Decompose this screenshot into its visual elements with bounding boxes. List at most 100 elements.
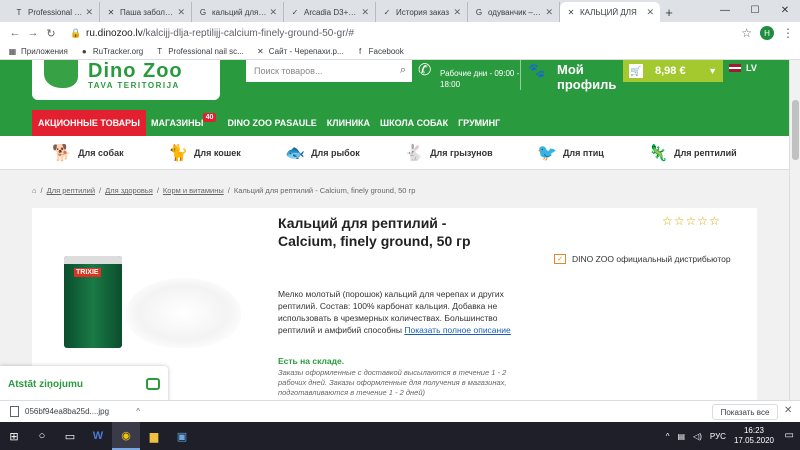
nav-label: DINO ZOO PASAULE <box>227 118 317 128</box>
search-icon[interactable]: ⌕ <box>400 64 406 77</box>
cart-icon: 🛒 <box>629 64 643 78</box>
main-nav-item[interactable]: МАГАЗИНЫ 40 <box>146 110 217 136</box>
word-icon[interactable]: W <box>84 422 112 450</box>
search-icon[interactable]: ○ <box>28 422 56 450</box>
network-icon[interactable]: ▤ <box>678 432 686 441</box>
hours-line-1: Рабочие дни - 09:00 - <box>440 69 520 78</box>
category-fish[interactable]: 🐟 Для рыбок <box>285 143 360 163</box>
category-lizard[interactable]: 🦎 Для рептилий <box>648 143 736 163</box>
bookmark-item[interactable]: f Facebook <box>356 47 404 56</box>
breadcrumb-link[interactable]: Для рептилий <box>47 186 95 195</box>
menu-icon[interactable]: ⋮ <box>782 26 794 40</box>
main-nav-item[interactable]: ШКОЛА СОБАК <box>375 110 453 136</box>
main-nav-item[interactable]: АКЦИОННЫЕ ТОВАРЫ <box>32 110 146 136</box>
nav-label: ШКОЛА СОБАК <box>380 118 449 128</box>
chat-widget[interactable]: Atstāt ziņojumu <box>0 366 168 400</box>
bookmarks-bar: ▦ Приложения ● RuTracker.org T Professional n… <box>0 44 800 60</box>
browser-tab[interactable]: Gодуванчик – Go ✕ <box>468 2 560 22</box>
nav-label: КЛИНИКА <box>326 118 371 128</box>
volume-icon[interactable]: ◁) <box>693 432 702 441</box>
browser-tab[interactable]: ✓ История заказ ✕ <box>376 2 468 22</box>
page-scrollbar[interactable] <box>789 60 800 400</box>
bookmark-item[interactable]: T Professional nail sc... <box>155 47 244 56</box>
tab-close-icon[interactable]: ✕ <box>269 7 277 18</box>
clock[interactable]: 16:23 17.05.2020 <box>734 426 774 446</box>
forward-icon[interactable]: → <box>24 27 42 39</box>
rating-stars[interactable]: ☆☆☆☆☆ <box>662 214 721 228</box>
maximize-icon[interactable]: ☐ <box>740 0 770 22</box>
browser-tab[interactable]: ✕ КАЛЬЦИЙ ДЛЯ ✕ <box>560 2 660 22</box>
category-dog[interactable]: 🐕 Для собак <box>52 143 123 163</box>
chevron-up-icon[interactable]: ^ <box>136 407 140 416</box>
browser-tab[interactable]: ✕ Паша заболела ✕ <box>100 2 192 22</box>
main-nav-item[interactable]: КЛИНИКА <box>322 110 375 136</box>
breadcrumb-current: Кальций для рептилий - Calcium, finely g… <box>233 186 416 195</box>
scrollbar-thumb[interactable] <box>792 100 799 160</box>
bookmark-item[interactable]: ✕ Сайт - Черепахи.р... <box>256 47 344 56</box>
tab-favicon-icon: T <box>16 7 22 17</box>
category-cat[interactable]: 🐈 Для кошек <box>168 143 241 163</box>
bookmark-item[interactable]: ● RuTracker.org <box>80 47 143 56</box>
language-switch[interactable]: LV <box>746 63 757 73</box>
dino-logo-icon <box>44 60 78 88</box>
reload-icon[interactable]: ↻ <box>42 27 60 40</box>
category-label: Для птиц <box>563 147 604 158</box>
profile-link[interactable]: Мой профиль <box>557 62 616 92</box>
bookmark-star-icon[interactable]: ☆ <box>741 26 752 40</box>
nav-label: АКЦИОННЫЕ ТОВАРЫ <box>38 118 140 128</box>
chrome-icon[interactable]: ◉ <box>112 422 140 450</box>
bookmark-favicon-icon: f <box>359 47 362 56</box>
file-explorer-icon[interactable]: ▆ <box>140 422 168 450</box>
breadcrumb-link[interactable]: Для здоровья <box>105 186 153 195</box>
category-rabbit[interactable]: 🐇 Для грызунов <box>404 143 492 163</box>
input-language[interactable]: РУС <box>710 432 726 441</box>
tab-close-icon[interactable]: ✕ <box>646 7 654 18</box>
browser-tab[interactable]: T Professional nail ✕ <box>8 2 100 22</box>
profile-avatar[interactable]: H <box>760 26 774 40</box>
cat-icon: 🐈 <box>168 144 188 162</box>
category-bird[interactable]: 🐦 Для птиц <box>537 143 604 163</box>
product-image[interactable]: TRIXIE <box>54 248 254 368</box>
address-bar[interactable]: 🔒 ru.dinozoo.lv /kalcijj-dlja-reptilijj-… <box>66 25 735 41</box>
close-window-icon[interactable]: ✕ <box>770 0 800 22</box>
new-tab-icon[interactable]: + <box>660 2 678 22</box>
latvia-flag-icon[interactable] <box>729 64 741 72</box>
logo-title: Dino Zoo <box>88 60 183 82</box>
breadcrumb-link[interactable]: Корм и витамины <box>163 186 224 195</box>
browser-tab[interactable]: ✓ Arcadia D3+ Co ✕ <box>284 2 376 22</box>
task-view-icon[interactable]: ▭ <box>56 422 84 450</box>
header-divider <box>520 60 521 90</box>
show-full-description-link[interactable]: Показать полное описание <box>404 325 510 335</box>
show-all-downloads-button[interactable]: Показать все <box>712 404 778 420</box>
bookmark-favicon-icon: ▦ <box>8 47 17 56</box>
lock-icon: 🔒 <box>70 27 82 38</box>
windows-start-icon[interactable]: ⊞ <box>0 422 28 450</box>
calcium-powder <box>126 278 241 348</box>
tab-close-icon[interactable]: ✕ <box>361 7 369 18</box>
tab-title: кальций для че <box>212 7 267 17</box>
download-item[interactable]: 056bf94ea8ba25d....jpg ^ <box>10 406 140 417</box>
notifications-icon[interactable]: ▭ <box>785 430 794 441</box>
main-nav-item[interactable]: ГРУМИНГ <box>453 110 505 136</box>
tab-close-icon[interactable]: ✕ <box>453 7 461 18</box>
chevron-up-icon[interactable]: ^ <box>666 432 670 441</box>
bookmark-item[interactable]: ▦ Приложения <box>8 47 68 56</box>
tab-close-icon[interactable]: ✕ <box>85 7 93 18</box>
tab-close-icon[interactable]: ✕ <box>545 7 553 18</box>
site-logo[interactable]: Dino Zoo TAVA TERITORIJA <box>32 60 220 100</box>
minimize-icon[interactable]: — <box>710 0 740 22</box>
breadcrumb-separator: / <box>40 186 43 195</box>
category-label: Для рыбок <box>311 147 360 158</box>
windows-taskbar: ⊞ ○ ▭ W ◉ ▆ ▣ ^ ▤ ◁) РУС 16:23 17.05.202… <box>0 422 800 450</box>
back-icon[interactable]: ← <box>6 27 24 39</box>
browser-tab[interactable]: Gкальций для че ✕ <box>192 2 284 22</box>
cart-button[interactable]: 🛒 8,98 € ▼ <box>623 60 723 82</box>
lizard-icon: 🦎 <box>648 144 669 162</box>
home-icon[interactable]: ⌂ <box>32 186 37 195</box>
tab-close-icon[interactable]: ✕ <box>177 7 185 18</box>
product-description: Мелко молотый (порошок) кальций для чере… <box>278 288 528 336</box>
search-input[interactable]: Поиск товаров... ⌕ <box>246 60 412 82</box>
main-nav-item[interactable]: DINO ZOO PASAULE <box>222 110 321 136</box>
photos-icon[interactable]: ▣ <box>168 422 196 450</box>
close-icon[interactable]: ✕ <box>784 405 792 416</box>
